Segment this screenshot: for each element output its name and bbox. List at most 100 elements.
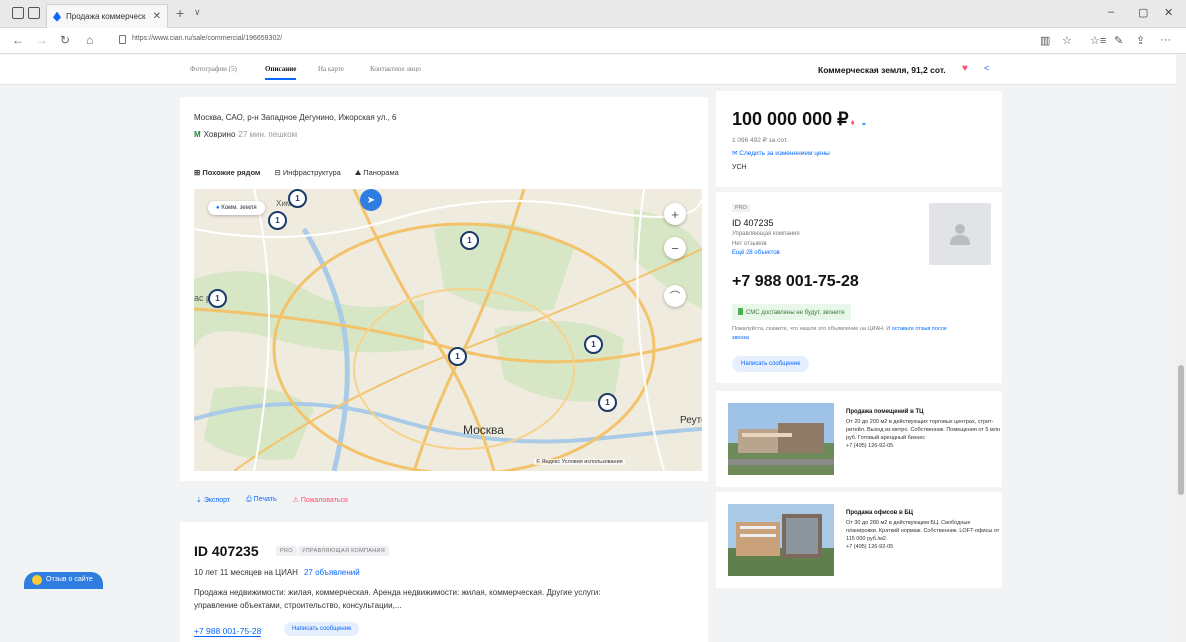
- seller-id[interactable]: ID 407235: [732, 218, 774, 228]
- map-tab-panorama[interactable]: ⛰ Панорама: [355, 168, 399, 178]
- home-button[interactable]: ⌂: [86, 33, 93, 47]
- ruler-button[interactable]: ⌒: [664, 285, 686, 307]
- map-filter-chip[interactable]: ● Комм. земля: [208, 201, 265, 215]
- pen-icon[interactable]: ✎: [1114, 34, 1123, 47]
- seller-phone[interactable]: +7 988 001-75-28: [732, 273, 859, 291]
- favorites-bar-icon[interactable]: ☆≡: [1090, 34, 1106, 47]
- current-object-pin-icon[interactable]: ➤: [360, 189, 382, 211]
- browser-tab[interactable]: Продажа коммерческ ✕: [46, 4, 168, 28]
- map-background: [194, 189, 702, 471]
- map-label-moscow: Москва: [463, 423, 504, 437]
- more-menu-icon[interactable]: ···: [1160, 34, 1171, 46]
- listing-actions: ⇣ Экспорт ⎙ Печать ⚠ Пожаловаться: [196, 496, 348, 504]
- agency-listings-link[interactable]: 27 объявлений: [304, 568, 360, 577]
- seller-card: PRO ID 407235 Управляющая компания Нет о…: [716, 192, 1002, 383]
- seller-note-text: Пожалуйста, скажите, что нашли это объяв…: [732, 326, 892, 332]
- metro-station[interactable]: Ховрино: [204, 130, 236, 139]
- agency-experience: 10 лет 11 месяцев на ЦИАН 27 объявлений: [194, 568, 360, 577]
- write-message-button[interactable]: Написать сообщение: [732, 356, 810, 372]
- print-link[interactable]: ⎙ Печать: [246, 496, 276, 504]
- favorite-heart-icon[interactable]: ♥: [962, 63, 968, 74]
- tab-contact[interactable]: Контактное лицо: [370, 65, 421, 73]
- price-per-unit: 1 096 492 ₽ за сот.: [732, 137, 788, 144]
- map-pin[interactable]: 1: [598, 393, 617, 412]
- tab-photos[interactable]: Фотографии (5): [190, 65, 237, 73]
- watch-price-label: Следить за изменением цены: [739, 150, 830, 157]
- share-icon[interactable]: <: [984, 63, 989, 73]
- feedback-button[interactable]: Отзыв о сайте: [24, 572, 103, 589]
- map-attribution[interactable]: © Яндекс Условия использования: [534, 459, 625, 465]
- forward-button[interactable]: →: [36, 33, 48, 47]
- scrollbar[interactable]: [1176, 55, 1186, 642]
- price-value: 100 000 000 ₽: [732, 109, 849, 129]
- seller-note: Пожалуйста, скажите, что нашли это объяв…: [732, 325, 952, 343]
- phone-icon: [738, 308, 743, 315]
- metro-info: М Ховрино 27 мин. пешком: [194, 130, 297, 139]
- zoom-out-button[interactable]: −: [664, 237, 686, 259]
- complain-link[interactable]: ⚠ Пожаловаться: [293, 496, 348, 504]
- map-chip-label: Комм. земля: [221, 205, 257, 211]
- map-pin[interactable]: 1: [268, 211, 287, 230]
- seller-type: Управляющая компания: [732, 231, 800, 237]
- export-link[interactable]: ⇣ Экспорт: [196, 496, 230, 504]
- refresh-button[interactable]: ↻: [60, 33, 70, 47]
- seller-more-objects-link[interactable]: Ещё 28 объектов: [732, 250, 780, 256]
- object-title: Коммерческая земля, 91,2 сот.: [818, 65, 946, 75]
- zoom-in-button[interactable]: +: [664, 203, 686, 225]
- agency-id[interactable]: ID 407235: [194, 543, 259, 559]
- close-window-button[interactable]: ✕: [1164, 6, 1173, 19]
- lock-icon: [119, 35, 126, 44]
- map-pin[interactable]: 1: [288, 189, 307, 208]
- url-field[interactable]: https://www.cian.ru/sale/commercial/1966…: [132, 35, 282, 42]
- favorite-icon[interactable]: ☆: [1062, 34, 1072, 47]
- export-label: Экспорт: [203, 497, 231, 504]
- chevron-down-icon[interactable]: ⌄: [861, 118, 868, 127]
- avatar: [929, 203, 991, 265]
- ad-phone: +7 (495) 126-92-05: [846, 544, 894, 550]
- minimize-button[interactable]: –: [1108, 6, 1114, 18]
- share-icon[interactable]: ⇪: [1136, 34, 1145, 47]
- mail-icon: ✉: [732, 150, 738, 157]
- feedback-label: Отзыв о сайте: [46, 576, 93, 583]
- ad-phone: +7 (495) 126-92-05: [846, 443, 894, 449]
- tab-map[interactable]: На карте: [318, 65, 344, 73]
- map-tab-infrastructure[interactable]: ⊟ Инфраструктура: [274, 168, 340, 178]
- panorama-icon: ⛰: [354, 168, 362, 177]
- map-pin[interactable]: 1: [208, 289, 227, 308]
- scrollbar-thumb[interactable]: [1178, 365, 1184, 495]
- map-pin[interactable]: 1: [460, 231, 479, 250]
- back-button[interactable]: ←: [12, 33, 24, 47]
- metro-distance: 27 мин. пешком: [238, 130, 298, 139]
- reading-view-icon[interactable]: ▥: [1040, 34, 1050, 47]
- agency-phone[interactable]: +7 988 001-75-28: [194, 626, 262, 637]
- ad-description: От 20 до 200 м2 в действующих торговых ц…: [846, 419, 1000, 441]
- price-drop-icon: ♦: [850, 118, 855, 127]
- map-pin[interactable]: 1: [448, 347, 467, 366]
- ad-title: Продажа офисов в БЦ: [846, 510, 914, 516]
- price-card: 100 000 000 ₽ ♦ ⌄ 1 096 492 ₽ за сот. ✉ Сл…: [716, 91, 1002, 187]
- seller-reviews: Нет отзывов: [732, 241, 767, 247]
- ad-card[interactable]: Продажа офисов в БЦ От 30 до 280 м2 в де…: [716, 492, 1002, 588]
- map-pin[interactable]: 1: [584, 335, 603, 354]
- watch-price-link[interactable]: ✉ Следить за изменением цены: [732, 149, 830, 157]
- ad-card[interactable]: Продажа помещений в ТЦ От 20 до 200 м2 в…: [716, 391, 1002, 487]
- tab-dropdown-icon[interactable]: ∨: [194, 7, 201, 18]
- tab-preview-icon[interactable]: [28, 7, 40, 19]
- ad-text: От 30 до 280 м2 в действующем БЦ. Свобод…: [846, 519, 1000, 551]
- address-bar: ← → ↻ ⌂ https://www.cian.ru/sale/commerc…: [0, 28, 1186, 54]
- page-content: Фотографии (5) Описание На карте Контакт…: [0, 55, 1186, 642]
- mall-photo: [728, 403, 834, 475]
- map-tabs: ⊞ Похожие рядом ⊟ Инфраструктура ⛰ Панор…: [194, 168, 399, 178]
- map[interactable]: Химки ас рск Москва Реутов ● Комм. земля…: [194, 189, 702, 471]
- tab-actions-icon[interactable]: [12, 7, 24, 19]
- smile-icon: [32, 575, 42, 585]
- map-tab-similar[interactable]: ⊞ Похожие рядом: [194, 168, 260, 178]
- maximize-button[interactable]: ▢: [1138, 6, 1148, 19]
- ad-title: Продажа помещений в ТЦ: [846, 409, 924, 415]
- tab-close-icon[interactable]: ✕: [153, 11, 161, 22]
- browser-tab-strip: Продажа коммерческ ✕ + ∨ – ▢ ✕: [0, 0, 1186, 28]
- tab-description[interactable]: Описание: [265, 65, 297, 80]
- building-icon: ⊟: [274, 168, 281, 177]
- new-tab-button[interactable]: +: [176, 5, 184, 21]
- agency-write-button[interactable]: Написать сообщение: [284, 622, 360, 636]
